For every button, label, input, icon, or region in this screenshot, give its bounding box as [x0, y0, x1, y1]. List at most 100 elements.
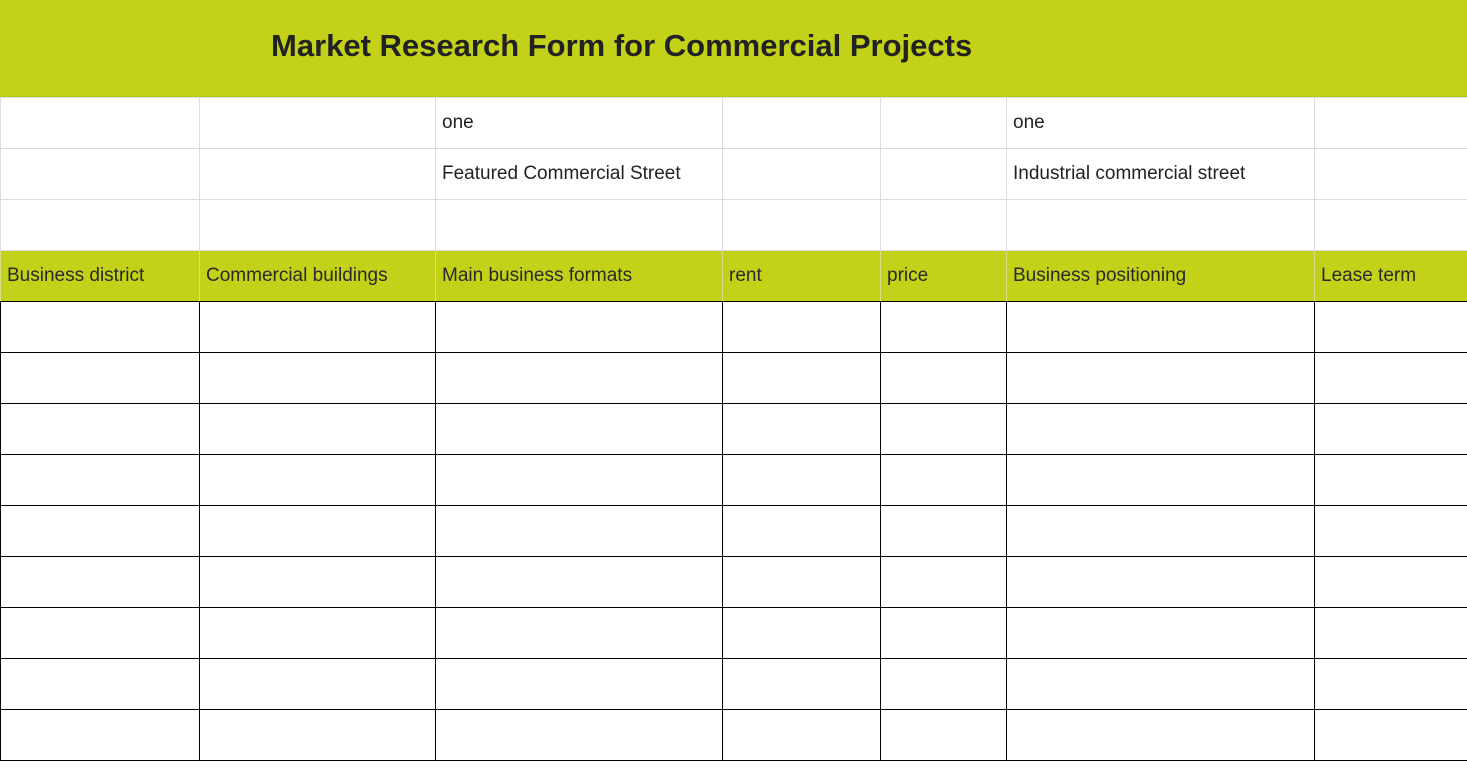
table-cell[interactable] [1314, 403, 1467, 455]
research-table: one one Featured Commercial Street Indus… [0, 97, 1467, 761]
table-cell[interactable] [1314, 454, 1467, 506]
table-cell[interactable] [722, 556, 881, 608]
table-cell[interactable] [435, 607, 723, 659]
table-cell[interactable] [1314, 352, 1467, 404]
table-cell[interactable] [0, 607, 200, 659]
table-cell[interactable] [1006, 301, 1315, 353]
column-header-price[interactable]: price [880, 250, 1007, 302]
info-cell[interactable] [1006, 199, 1315, 251]
info-cell[interactable] [199, 199, 436, 251]
info-cell[interactable]: Industrial commercial street [1006, 148, 1315, 200]
info-cell[interactable] [1314, 148, 1467, 200]
table-cell[interactable] [0, 454, 200, 506]
table-cell[interactable] [1006, 709, 1315, 761]
info-cell[interactable] [880, 148, 1007, 200]
table-cell[interactable] [1314, 301, 1467, 353]
table-cell[interactable] [0, 709, 200, 761]
table-cell[interactable] [880, 403, 1007, 455]
table-cell[interactable] [880, 709, 1007, 761]
info-cell[interactable] [199, 148, 436, 200]
info-cell[interactable] [722, 148, 881, 200]
table-cell[interactable] [199, 505, 436, 557]
table-cell[interactable] [1006, 607, 1315, 659]
info-cell[interactable]: Featured Commercial Street [435, 148, 723, 200]
table-cell[interactable] [1006, 505, 1315, 557]
table-cell[interactable] [199, 658, 436, 710]
table-cell[interactable] [435, 301, 723, 353]
table-row [0, 709, 1467, 761]
table-cell[interactable] [1006, 352, 1315, 404]
info-cell[interactable] [0, 199, 200, 251]
table-cell[interactable] [0, 301, 200, 353]
table-cell[interactable] [0, 658, 200, 710]
form-title: Market Research Form for Commercial Proj… [271, 28, 973, 63]
table-cell[interactable] [722, 658, 881, 710]
table-cell[interactable] [0, 403, 200, 455]
table-cell[interactable] [880, 454, 1007, 506]
table-cell[interactable] [880, 556, 1007, 608]
info-cell[interactable] [1314, 199, 1467, 251]
table-cell[interactable] [722, 403, 881, 455]
info-cell[interactable] [722, 97, 881, 149]
table-row [0, 505, 1467, 557]
column-header-commercial-buildings[interactable]: Commercial buildings [199, 250, 436, 302]
table-cell[interactable] [1314, 556, 1467, 608]
table-cell[interactable] [435, 556, 723, 608]
table-cell[interactable] [1006, 454, 1315, 506]
column-header-business-positioning[interactable]: Business positioning [1006, 250, 1315, 302]
table-cell[interactable] [199, 556, 436, 608]
table-cell[interactable] [880, 607, 1007, 659]
table-cell[interactable] [435, 505, 723, 557]
table-cell[interactable] [1006, 556, 1315, 608]
table-cell[interactable] [880, 352, 1007, 404]
table-cell[interactable] [722, 709, 881, 761]
column-header-business-district[interactable]: Business district [0, 250, 200, 302]
table-cell[interactable] [1314, 505, 1467, 557]
table-cell[interactable] [1314, 709, 1467, 761]
info-cell[interactable]: one [1006, 97, 1315, 149]
table-cell[interactable] [435, 454, 723, 506]
table-cell[interactable] [0, 556, 200, 608]
table-cell[interactable] [199, 607, 436, 659]
info-cell[interactable] [0, 148, 200, 200]
info-row: one one [0, 97, 1467, 149]
info-row [0, 199, 1467, 251]
table-cell[interactable] [435, 658, 723, 710]
table-cell[interactable] [0, 505, 200, 557]
column-header-rent[interactable]: rent [722, 250, 881, 302]
column-header-lease-term[interactable]: Lease term [1314, 250, 1467, 302]
table-cell[interactable] [199, 403, 436, 455]
info-cell[interactable] [199, 97, 436, 149]
info-cell[interactable] [722, 199, 881, 251]
info-cell[interactable] [0, 97, 200, 149]
table-cell[interactable] [199, 454, 436, 506]
table-cell[interactable] [722, 454, 881, 506]
table-row [0, 352, 1467, 404]
table-cell[interactable] [199, 709, 436, 761]
table-cell[interactable] [1314, 658, 1467, 710]
table-cell[interactable] [880, 505, 1007, 557]
title-band: Market Research Form for Commercial Proj… [0, 0, 1467, 97]
table-cell[interactable] [0, 352, 200, 404]
column-header-main-business-formats[interactable]: Main business formats [435, 250, 723, 302]
table-cell[interactable] [722, 607, 881, 659]
table-row [0, 403, 1467, 455]
table-cell[interactable] [1006, 658, 1315, 710]
info-cell[interactable] [435, 199, 723, 251]
table-cell[interactable] [435, 403, 723, 455]
table-cell[interactable] [1314, 607, 1467, 659]
info-cell[interactable] [1314, 97, 1467, 149]
info-cell[interactable] [880, 97, 1007, 149]
table-cell[interactable] [199, 301, 436, 353]
table-cell[interactable] [199, 352, 436, 404]
table-cell[interactable] [880, 301, 1007, 353]
table-cell[interactable] [435, 709, 723, 761]
info-cell[interactable]: one [435, 97, 723, 149]
table-cell[interactable] [722, 505, 881, 557]
table-cell[interactable] [722, 301, 881, 353]
table-cell[interactable] [435, 352, 723, 404]
table-cell[interactable] [722, 352, 881, 404]
info-cell[interactable] [880, 199, 1007, 251]
table-cell[interactable] [1006, 403, 1315, 455]
table-cell[interactable] [880, 658, 1007, 710]
